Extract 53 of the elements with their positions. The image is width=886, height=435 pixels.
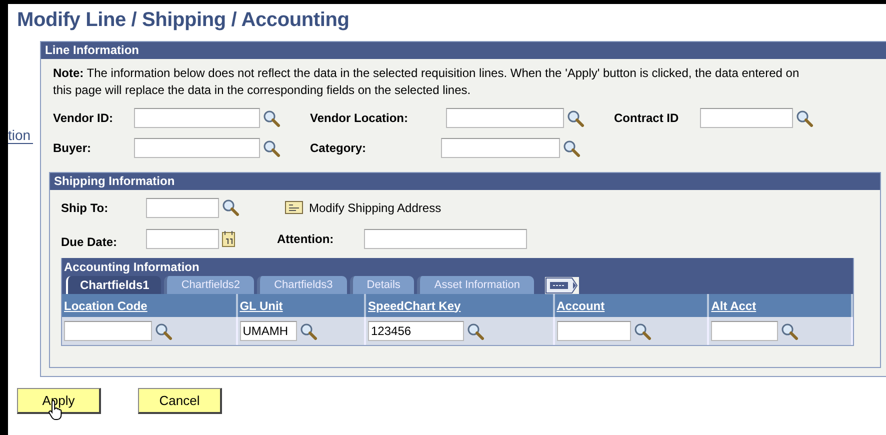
search-icon[interactable] (634, 322, 651, 340)
search-icon[interactable] (796, 110, 813, 126)
action-button[interactable]: Cancel (138, 388, 222, 414)
input-field[interactable] (446, 108, 564, 128)
search-icon[interactable] (300, 322, 317, 340)
input-field[interactable] (146, 198, 219, 218)
search-icon[interactable] (467, 322, 484, 340)
column-header[interactable]: SpeedChart Key (365, 294, 554, 317)
page-title: Modify Line / Shipping / Accounting (17, 8, 350, 32)
tab[interactable]: Chartfields3 (257, 276, 347, 294)
search-icon[interactable] (567, 110, 584, 126)
input-field[interactable] (711, 321, 778, 341)
field-label: Vendor ID: (53, 111, 114, 125)
input-field[interactable] (146, 228, 219, 248)
show-all-tabs-icon[interactable] (544, 277, 579, 294)
field-label: Contract ID (614, 111, 680, 125)
search-icon[interactable] (155, 322, 172, 340)
modify-shipping-address-link[interactable]: Modify Shipping Address (309, 200, 442, 214)
search-icon[interactable] (563, 140, 580, 156)
section-header: Line Information (41, 42, 886, 59)
input-field[interactable] (134, 108, 260, 128)
search-icon[interactable] (781, 322, 798, 340)
search-icon[interactable] (263, 140, 280, 156)
search-icon[interactable] (263, 110, 280, 126)
side-tab-link[interactable]: tion (8, 127, 33, 144)
input-field[interactable] (364, 228, 527, 248)
input-field[interactable] (556, 321, 631, 341)
calendar-icon[interactable] (222, 230, 235, 246)
input-field[interactable] (134, 138, 260, 158)
section-header: Shipping Information (50, 173, 880, 190)
input-field[interactable]: 123456 (368, 321, 464, 341)
column-header[interactable]: GL Unit (236, 294, 365, 317)
field-label: Ship To: (61, 200, 110, 214)
input-field[interactable] (441, 138, 560, 158)
tab[interactable]: Asset Information (417, 276, 534, 294)
column-header[interactable]: Account (554, 294, 708, 317)
field-label: Attention: (277, 232, 335, 246)
input-field[interactable] (64, 321, 152, 341)
input-field[interactable]: UMAMH (240, 321, 297, 341)
section-header: Accounting Information (62, 258, 853, 275)
tab[interactable]: Chartfields2 (164, 276, 254, 294)
field-label: Vendor Location: (310, 111, 410, 125)
tab[interactable]: Details (350, 276, 414, 294)
field-label: Due Date: (61, 234, 118, 248)
envelope-icon[interactable] (285, 201, 303, 214)
note-text: Note: The information below does not reflect the data in the selected requisition lines. When the 'Apply' button is clicked, the data entered on this page will replace the data in the corresponding fields on the selected lines. (53, 65, 800, 99)
column-header[interactable]: Alt Acct (708, 294, 852, 317)
field-label: Category: (310, 141, 368, 155)
column-header[interactable]: Location Code (62, 294, 237, 317)
input-field[interactable] (700, 108, 793, 128)
search-icon[interactable] (222, 199, 239, 216)
tab[interactable]: Chartfields1 (66, 276, 162, 294)
field-label: Buyer: (53, 141, 92, 155)
